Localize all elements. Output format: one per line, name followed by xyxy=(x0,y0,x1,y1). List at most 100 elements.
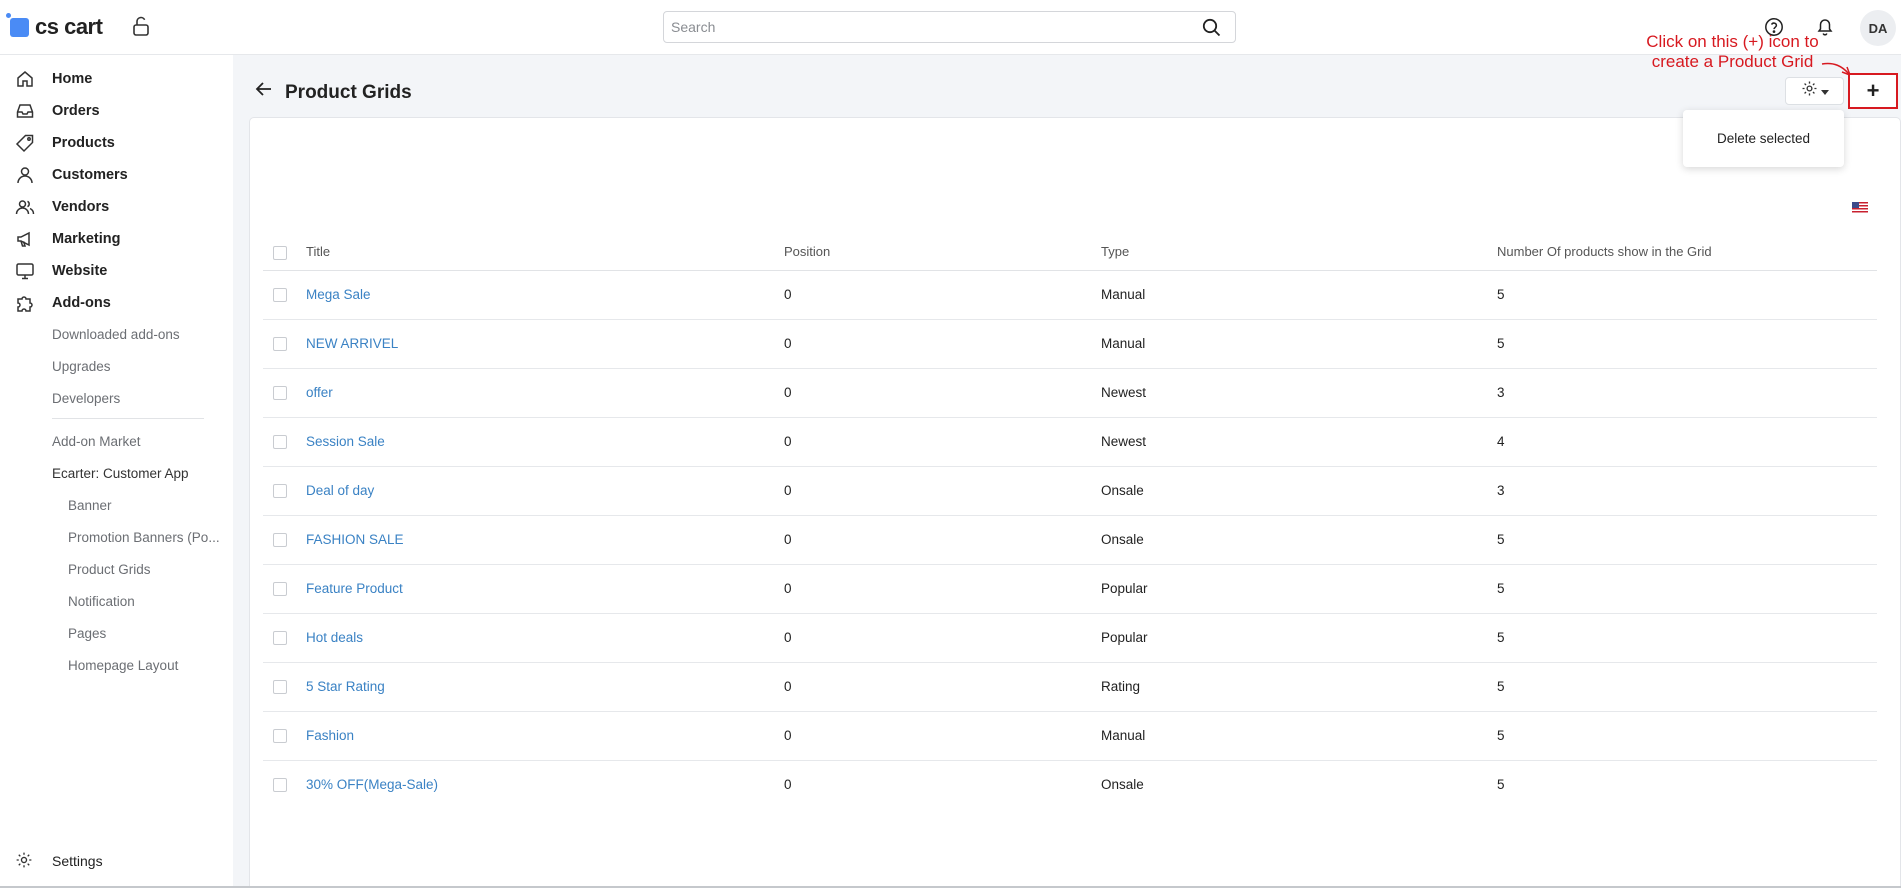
sidebar-subitem-pages[interactable]: Pages xyxy=(68,626,106,641)
grid-position: 0 xyxy=(784,319,1101,369)
delete-selected-menu-item[interactable]: Delete selected xyxy=(1717,131,1810,146)
grid-title-link[interactable]: offer xyxy=(306,385,333,400)
user-icon xyxy=(15,165,35,185)
grid-title-link[interactable]: FASHION SALE xyxy=(306,532,404,547)
table-header-row: Title Position Type Number Of products s… xyxy=(263,234,1877,271)
grid-title-link[interactable]: Hot deals xyxy=(306,630,363,645)
table-row: Deal of day 0 Onsale 3 xyxy=(263,466,1877,516)
grid-title-link[interactable]: Fashion xyxy=(306,728,354,743)
sidebar-item-home[interactable]: Home xyxy=(0,65,233,93)
column-header-position[interactable]: Position xyxy=(784,234,1101,271)
gear-icon xyxy=(1801,80,1818,102)
grid-position: 0 xyxy=(784,417,1101,467)
grid-title-link[interactable]: 30% OFF(Mega-Sale) xyxy=(306,777,438,792)
sidebar-item-products[interactable]: Products xyxy=(0,129,233,157)
sidebar-item-settings[interactable]: Settings xyxy=(0,847,233,875)
row-checkbox[interactable] xyxy=(273,386,287,401)
sidebar-subitem-ecarter[interactable]: Ecarter: Customer App xyxy=(52,466,189,481)
sidebar-item-label: Website xyxy=(52,263,108,279)
search-input[interactable] xyxy=(664,12,1184,42)
grid-products-count: 5 xyxy=(1497,613,1877,663)
add-product-grid-button[interactable]: + xyxy=(1848,73,1898,109)
back-arrow-icon[interactable] xyxy=(255,81,273,102)
logo-text: cs cart xyxy=(35,14,103,39)
home-icon xyxy=(15,69,35,89)
grid-type: Newest xyxy=(1101,417,1497,467)
sidebar-subitem-developers[interactable]: Developers xyxy=(52,391,120,406)
sidebar-item-customers[interactable]: Customers xyxy=(0,161,233,189)
table-row: FASHION SALE 0 Onsale 5 xyxy=(263,515,1877,565)
avatar[interactable]: DA xyxy=(1860,10,1896,46)
sidebar-subitem-notification[interactable]: Notification xyxy=(68,594,135,609)
logo[interactable]: cs cart xyxy=(6,12,103,40)
sidebar-subitem-upgrades[interactable]: Upgrades xyxy=(52,359,111,374)
grid-title-link[interactable]: Mega Sale xyxy=(306,287,371,302)
row-checkbox[interactable] xyxy=(273,435,287,450)
row-checkbox[interactable] xyxy=(273,778,287,793)
grid-products-count: 3 xyxy=(1497,368,1877,418)
select-all-checkbox[interactable] xyxy=(273,245,287,260)
grid-title-link[interactable]: Feature Product xyxy=(306,581,403,596)
column-header-type[interactable]: Type xyxy=(1101,234,1497,271)
row-checkbox[interactable] xyxy=(273,729,287,744)
grid-products-count: 5 xyxy=(1497,777,1505,793)
grid-title-link[interactable]: NEW ARRIVEL xyxy=(306,336,398,351)
grid-position: 0 xyxy=(784,466,1101,516)
tag-icon xyxy=(15,133,35,153)
grid-title-link[interactable]: Session Sale xyxy=(306,434,385,449)
grid-title-link[interactable]: Deal of day xyxy=(306,483,374,498)
sidebar-subitem-homepage-layout[interactable]: Homepage Layout xyxy=(68,658,178,673)
us-flag-icon[interactable] xyxy=(1852,200,1868,218)
row-checkbox[interactable] xyxy=(273,533,287,548)
plus-icon: + xyxy=(1866,78,1880,103)
grid-position: 0 xyxy=(784,270,1101,320)
sidebar-subitem-product-grids[interactable]: Product Grids xyxy=(68,562,151,577)
row-checkbox[interactable] xyxy=(273,337,287,352)
product-grids-table: Title Position Type Number Of products s… xyxy=(263,234,1877,809)
row-checkbox[interactable] xyxy=(273,288,287,303)
row-checkbox[interactable] xyxy=(273,680,287,695)
grid-position: 0 xyxy=(784,711,1101,761)
page-title: Product Grids xyxy=(285,82,412,103)
column-header-title[interactable]: Title xyxy=(306,234,784,271)
sidebar-divider xyxy=(52,418,204,419)
sidebar-subitem-promotion-banners[interactable]: Promotion Banners (Po... xyxy=(68,530,220,545)
grid-type: Onsale xyxy=(1101,515,1497,565)
grid-type: Popular xyxy=(1101,613,1497,663)
sidebar-item-orders[interactable]: Orders xyxy=(0,97,233,125)
table-row: 30% OFF(Mega-Sale) 0 Onsale 5 xyxy=(263,760,1877,809)
table-row: Mega Sale 0 Manual 5 xyxy=(263,270,1877,320)
sidebar-item-label: Home xyxy=(52,71,93,87)
sidebar-item-website[interactable]: Website xyxy=(0,257,233,285)
row-checkbox[interactable] xyxy=(273,582,287,597)
sidebar-item-label: Orders xyxy=(52,103,100,119)
sidebar-subitem-addon-market[interactable]: Add-on Market xyxy=(52,434,141,449)
grid-type: Manual xyxy=(1101,711,1497,761)
row-checkbox[interactable] xyxy=(273,631,287,646)
grid-type: Newest xyxy=(1101,368,1497,418)
grid-products-count: 5 xyxy=(1497,319,1877,369)
grid-products-count: 5 xyxy=(1497,515,1877,565)
sidebar-item-label: Vendors xyxy=(52,199,110,215)
search-icon[interactable] xyxy=(1202,18,1221,42)
sidebar-subitem-banner[interactable]: Banner xyxy=(68,498,112,513)
grid-title-link[interactable]: 5 Star Rating xyxy=(306,679,385,694)
sidebar-item-label: Add-ons xyxy=(52,295,111,311)
sidebar-item-label: Marketing xyxy=(52,231,121,247)
sidebar-item-addons[interactable]: Add-ons xyxy=(0,289,233,317)
monitor-icon xyxy=(15,261,35,281)
sidebar-subitem-downloaded-addons[interactable]: Downloaded add-ons xyxy=(52,327,180,342)
content-panel: Title Position Type Number Of products s… xyxy=(249,117,1901,888)
sidebar-item-marketing[interactable]: Marketing xyxy=(0,225,233,253)
row-checkbox[interactable] xyxy=(273,484,287,499)
users-icon xyxy=(15,197,35,217)
sidebar-item-label: Customers xyxy=(52,167,128,183)
table-row: 5 Star Rating 0 Rating 5 xyxy=(263,662,1877,712)
table-row: NEW ARRIVEL 0 Manual 5 xyxy=(263,319,1877,369)
sidebar: Home Orders Products Customers Vendors M… xyxy=(0,55,233,888)
grid-position: 0 xyxy=(784,368,1101,418)
main-area: Product Grids + Title Position Type Numb… xyxy=(233,55,1901,888)
sidebar-item-vendors[interactable]: Vendors xyxy=(0,193,233,221)
column-header-products-count[interactable]: Number Of products show in the Grid xyxy=(1497,234,1877,271)
unlock-icon[interactable] xyxy=(132,16,150,41)
